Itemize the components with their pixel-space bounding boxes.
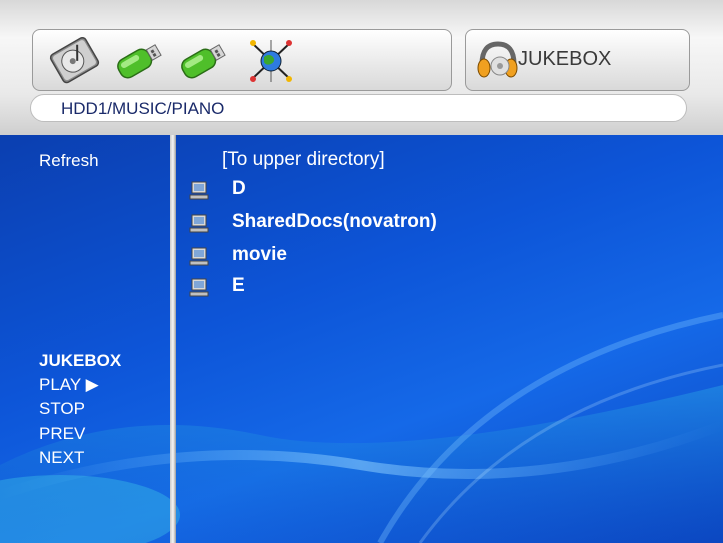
headphones-icon xyxy=(474,36,520,86)
computer-icon xyxy=(188,246,210,268)
current-path: HDD1/MUSIC/PIANO xyxy=(61,99,225,118)
jukebox-screen: JUKEBOX HDD1/MUSIC/PIANO Refresh JUKEBOX… xyxy=(0,0,723,543)
device-icon-bar xyxy=(32,29,452,91)
refresh-button[interactable]: Refresh xyxy=(39,151,99,171)
list-item-name: movie xyxy=(232,244,287,265)
list-item-name: SharedDocs(novatron) xyxy=(232,211,437,232)
sidebar-divider xyxy=(170,135,176,543)
network-globe-icon[interactable] xyxy=(245,36,297,86)
breadcrumb: HDD1/MUSIC/PIANO xyxy=(30,94,687,122)
hard-disk-icon[interactable] xyxy=(49,36,101,86)
computer-icon xyxy=(188,213,210,235)
computer-icon xyxy=(188,277,210,299)
usb-drive-icon[interactable] xyxy=(113,36,165,86)
jukebox-section-title: JUKEBOX xyxy=(39,351,122,370)
mode-label: JUKEBOX xyxy=(518,48,612,70)
background-swoosh xyxy=(0,312,723,543)
upper-directory-item[interactable]: [To upper directory] xyxy=(222,149,385,171)
content-area: Refresh JUKEBOX PLAY ▶ STOP PREV NEXT [T… xyxy=(0,135,723,543)
stop-button[interactable]: STOP xyxy=(39,399,85,419)
list-item-name: E xyxy=(232,275,245,296)
computer-icon xyxy=(188,180,210,202)
usb-drive-icon[interactable] xyxy=(177,36,229,86)
mode-indicator[interactable]: JUKEBOX xyxy=(465,29,690,91)
prev-button[interactable]: PREV xyxy=(39,424,85,444)
play-button[interactable]: PLAY ▶ xyxy=(39,375,99,395)
header: JUKEBOX HDD1/MUSIC/PIANO xyxy=(0,0,723,135)
list-item-name: D xyxy=(232,178,246,199)
next-button[interactable]: NEXT xyxy=(39,448,84,468)
